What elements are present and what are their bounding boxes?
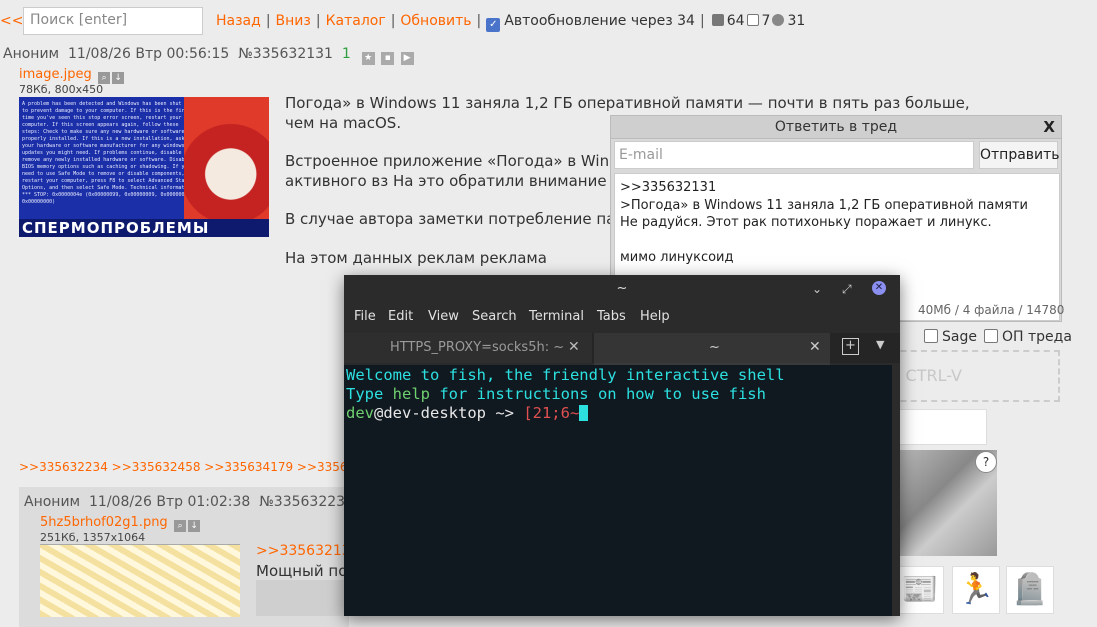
users-count: 31 — [787, 13, 806, 29]
dropzone-label: CTRL-V — [905, 366, 962, 385]
post-image-thumbnail[interactable] — [40, 544, 240, 617]
images-count: 7 — [761, 13, 771, 29]
terminal-line: Welcome to fish, the friendly interactiv… — [346, 366, 785, 384]
bsod-text: A problem has been detected and Windows … — [22, 101, 197, 205]
search-image-icon[interactable]: ⌕ — [174, 520, 187, 532]
upload-limits: 40Мб / 4 файла / 14780 — [918, 303, 1065, 317]
terminal-menubar: File Edit View Search Terminal Tabs Help — [344, 305, 900, 329]
download-icon[interactable]: ↓ — [112, 72, 125, 84]
post-quote-link[interactable]: >>33563213 — [256, 543, 351, 559]
terminal-prompt: dev@dev-desktop ~> [21;6~ — [346, 404, 589, 423]
clown-picture — [184, 97, 269, 237]
download-icon[interactable]: ↓ — [188, 520, 201, 532]
menu-help[interactable]: Help — [640, 309, 670, 324]
tab-close-icon[interactable]: ✕ — [809, 339, 821, 355]
file-info: image.jpeg ⌕ ↓ — [19, 66, 125, 84]
post-author: Аноним — [3, 46, 60, 62]
post-date: 11/08/26 Втр 01:02:38 — [89, 494, 251, 510]
hide-icon[interactable]: ▪ — [381, 52, 395, 65]
post-image-thumbnail[interactable]: A problem has been detected and Windows … — [19, 97, 269, 237]
star-icon[interactable]: ★ — [361, 52, 375, 65]
gunman-icon[interactable]: 🏃 — [952, 566, 1000, 614]
captcha-input[interactable] — [893, 409, 987, 445]
newspaper-icon[interactable]: 📰 — [896, 566, 944, 614]
sage-option[interactable]: Sage — [924, 329, 977, 345]
tab-home[interactable]: ~ ✕ — [594, 333, 830, 365]
post-number[interactable]: №335632234 — [259, 494, 354, 510]
back-link[interactable]: Назад — [216, 13, 261, 29]
menu-tabs[interactable]: Tabs — [597, 309, 626, 324]
help-icon[interactable]: ? — [975, 451, 997, 473]
menu-view[interactable]: View — [428, 309, 459, 324]
down-link[interactable]: Вниз — [276, 13, 311, 29]
thread-nav: Назад | Вниз | Каталог | Обновить | ✓ Автообновле… — [216, 13, 805, 32]
menu-terminal[interactable]: Terminal — [529, 309, 584, 324]
nav-separator: | — [315, 13, 321, 29]
refresh-link[interactable]: Обновить — [400, 13, 471, 29]
reply-form-title[interactable]: Ответить в тред — [611, 116, 1061, 139]
autoupdate-label: Автообновление через 34 — [504, 13, 695, 29]
post-author: Аноним — [24, 494, 81, 510]
new-tab-icon[interactable]: + — [842, 338, 859, 355]
terminal-line: Type help for instructions on how to use… — [346, 385, 766, 403]
menu-file[interactable]: File — [354, 309, 376, 324]
nav-separator: | — [390, 13, 396, 29]
op-label: ОП треда — [1002, 329, 1072, 345]
tab-label: ~ — [709, 340, 720, 355]
file-name-link[interactable]: 5hz5brhof02g1.png — [40, 515, 168, 530]
post-header: Аноним 11/08/26 Втр 01:02:38 №335632234 … — [24, 494, 372, 510]
menu-search[interactable]: Search — [472, 309, 517, 324]
file-dropzone[interactable]: CTRL-V — [880, 350, 1060, 402]
image-icon — [746, 14, 759, 26]
tab-label: HTTPS_PROXY=socks5h: ~ — [390, 340, 565, 355]
close-icon[interactable]: ✕ — [872, 281, 886, 295]
tab-close-icon[interactable]: ✕ — [568, 339, 580, 355]
close-icon[interactable]: X — [1043, 116, 1055, 138]
send-button[interactable]: Отправить — [979, 141, 1060, 169]
posts-count: 64 — [726, 13, 745, 29]
autoupdate-checkbox[interactable]: ✓ — [486, 18, 501, 32]
play-icon[interactable]: ▶ — [400, 52, 414, 65]
file-info: 5hz5brhof02g1.png ⌕ ↓ — [40, 514, 201, 532]
op-checkbox[interactable] — [984, 329, 998, 343]
terminal-output[interactable]: Welcome to fish, the friendly interactiv… — [344, 365, 892, 616]
nav-separator: | — [476, 13, 482, 29]
maximize-icon[interactable]: ⤢ — [842, 282, 852, 297]
comment-icon — [711, 14, 724, 26]
file-meta: 251Кб, 1357x1064 — [40, 531, 146, 544]
nav-separator: | — [265, 13, 271, 29]
catalog-link[interactable]: Каталог — [326, 13, 386, 29]
email-field[interactable]: E-mail — [614, 141, 974, 169]
image-caption: СПЕРМОПРОБЛЕМЫ — [19, 219, 269, 237]
terminal-tabbar: HTTPS_PROXY=socks5h: ~ ✕ ~ ✕ + ▼ — [344, 333, 900, 365]
prev-page-link[interactable]: << — [0, 13, 23, 29]
tab-proxy[interactable]: HTTPS_PROXY=socks5h: ~ ✕ — [344, 333, 592, 363]
sage-checkbox[interactable] — [924, 329, 938, 343]
post-date: 11/08/26 Втр 00:56:15 — [68, 46, 230, 62]
sage-label: Sage — [942, 329, 977, 345]
menu-edit[interactable]: Edit — [388, 309, 413, 324]
search-input[interactable]: Поиск [enter] — [23, 7, 203, 35]
terminal-scrollbar[interactable] — [892, 365, 900, 616]
post-text-block — [256, 580, 346, 616]
op-option[interactable]: ОП треда — [984, 329, 1072, 345]
file-name-link[interactable]: image.jpeg — [19, 67, 92, 82]
users-icon — [772, 14, 785, 26]
minimize-icon[interactable]: ⌄ — [812, 282, 822, 296]
file-meta: 78Кб, 800x450 — [19, 83, 104, 96]
nav-separator: | — [699, 13, 705, 29]
post-count: 1 — [341, 46, 351, 62]
post-number[interactable]: №335632131 — [238, 46, 333, 62]
post-text: Мощный по — [256, 562, 348, 580]
terminal-cursor — [579, 405, 589, 421]
chevron-down-icon[interactable]: ▼ — [876, 338, 884, 351]
gravestone-icon[interactable]: 🪦 — [1006, 566, 1054, 614]
terminal-window: ~ ⌄ ⤢ ✕ File Edit View Search Terminal T… — [344, 275, 900, 616]
post-header: Аноним 11/08/26 Втр 00:56:15 №335632131 … — [3, 46, 414, 65]
